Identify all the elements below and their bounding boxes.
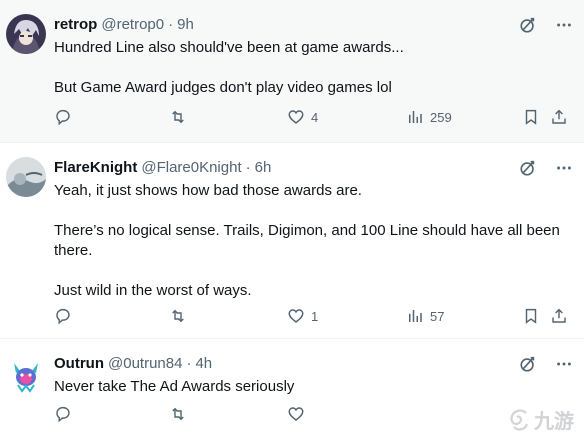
avatar[interactable] [6, 157, 46, 197]
retweet-button[interactable] [169, 108, 187, 126]
retweet-icon [172, 309, 184, 323]
retweet-button[interactable] [169, 307, 187, 325]
grok-icon[interactable] [518, 158, 538, 178]
like-button[interactable]: 4 [287, 108, 318, 126]
bookmark-icon [525, 308, 537, 324]
tweet-retrop[interactable]: retrop @retrop0 · 9h Hundred Line also s… [0, 0, 584, 143]
separator-dot: · [245, 159, 251, 176]
tweet-paragraph: Never take The Ad Awards seriously [54, 378, 295, 395]
action-bar [54, 405, 574, 427]
view-count: 57 [430, 308, 445, 324]
timestamp[interactable]: 4h [195, 354, 212, 374]
views-icon [409, 111, 422, 123]
handle[interactable]: @retrop0 [101, 15, 164, 35]
watermark: 九游 [506, 405, 574, 434]
avatar[interactable] [6, 353, 46, 393]
views-button[interactable]: 57 [406, 307, 444, 325]
share-icon [552, 308, 566, 323]
handle[interactable]: @Flare0Knight [141, 158, 241, 178]
like-count: 4 [311, 109, 319, 125]
reply-button[interactable] [54, 405, 72, 423]
share-button[interactable] [550, 108, 568, 126]
action-bar: 1 57 [54, 307, 574, 329]
tweet-text: Never take The Ad Awards seriously [54, 377, 574, 397]
heart-icon [288, 309, 304, 323]
tweet-paragraph: Yeah, it just shows how bad those awards… [54, 182, 362, 199]
timestamp[interactable]: 9h [177, 15, 194, 35]
watermark-logo-icon [510, 409, 529, 430]
tweet-paragraph: There’s no logical sense. Trails, Digimo… [54, 222, 560, 259]
reply-icon [56, 308, 70, 325]
share-button[interactable] [550, 307, 568, 325]
reply-icon [56, 406, 70, 423]
action-bar: 4 259 [54, 108, 574, 130]
reply-icon [56, 109, 70, 126]
like-button[interactable] [287, 405, 305, 423]
avatar[interactable] [6, 14, 46, 54]
bookmark-icon [525, 109, 537, 125]
bookmark-button[interactable] [522, 108, 540, 126]
reply-button[interactable] [54, 307, 72, 325]
tweet-text: Hundred Line also should've been at game… [54, 38, 574, 98]
retweet-icon [172, 110, 184, 124]
tweet-outrun[interactable]: Outrun @0utrun84 · 4h Never take The Ad … [0, 339, 584, 438]
retweet-button[interactable] [169, 405, 187, 423]
views-icon [409, 310, 422, 322]
heart-icon [288, 407, 304, 421]
more-icon[interactable] [554, 15, 574, 35]
tweet-paragraph: Hundred Line also should've been at game… [54, 39, 404, 56]
grok-icon[interactable] [518, 15, 538, 35]
views-button[interactable]: 259 [406, 108, 452, 126]
display-name[interactable]: retrop [54, 15, 97, 35]
watermark-text: 九游 [534, 411, 574, 433]
bookmark-button[interactable] [522, 307, 540, 325]
more-icon[interactable] [554, 354, 574, 374]
heart-icon [288, 110, 304, 124]
tweet-paragraph: But Game Award judges don't play video g… [54, 79, 392, 96]
more-icon[interactable] [554, 158, 574, 178]
like-count: 1 [311, 308, 319, 324]
reply-button[interactable] [54, 108, 72, 126]
retweet-icon [172, 407, 184, 421]
separator-dot: · [186, 355, 192, 372]
like-button[interactable]: 1 [287, 307, 318, 325]
share-icon [552, 109, 566, 124]
grok-icon[interactable] [518, 354, 538, 374]
timestamp[interactable]: 6h [255, 158, 272, 178]
view-count: 259 [430, 109, 452, 125]
handle[interactable]: @0utrun84 [108, 354, 182, 374]
tweet-flareknight[interactable]: FlareKnight @Flare0Knight · 6h Yeah, it … [0, 143, 584, 339]
tweet-text: Yeah, it just shows how bad those awards… [54, 181, 574, 301]
display-name[interactable]: FlareKnight [54, 158, 137, 178]
separator-dot: · [168, 16, 174, 33]
tweet-paragraph: Just wild in the worst of ways. [54, 282, 252, 299]
display-name[interactable]: Outrun [54, 354, 104, 374]
